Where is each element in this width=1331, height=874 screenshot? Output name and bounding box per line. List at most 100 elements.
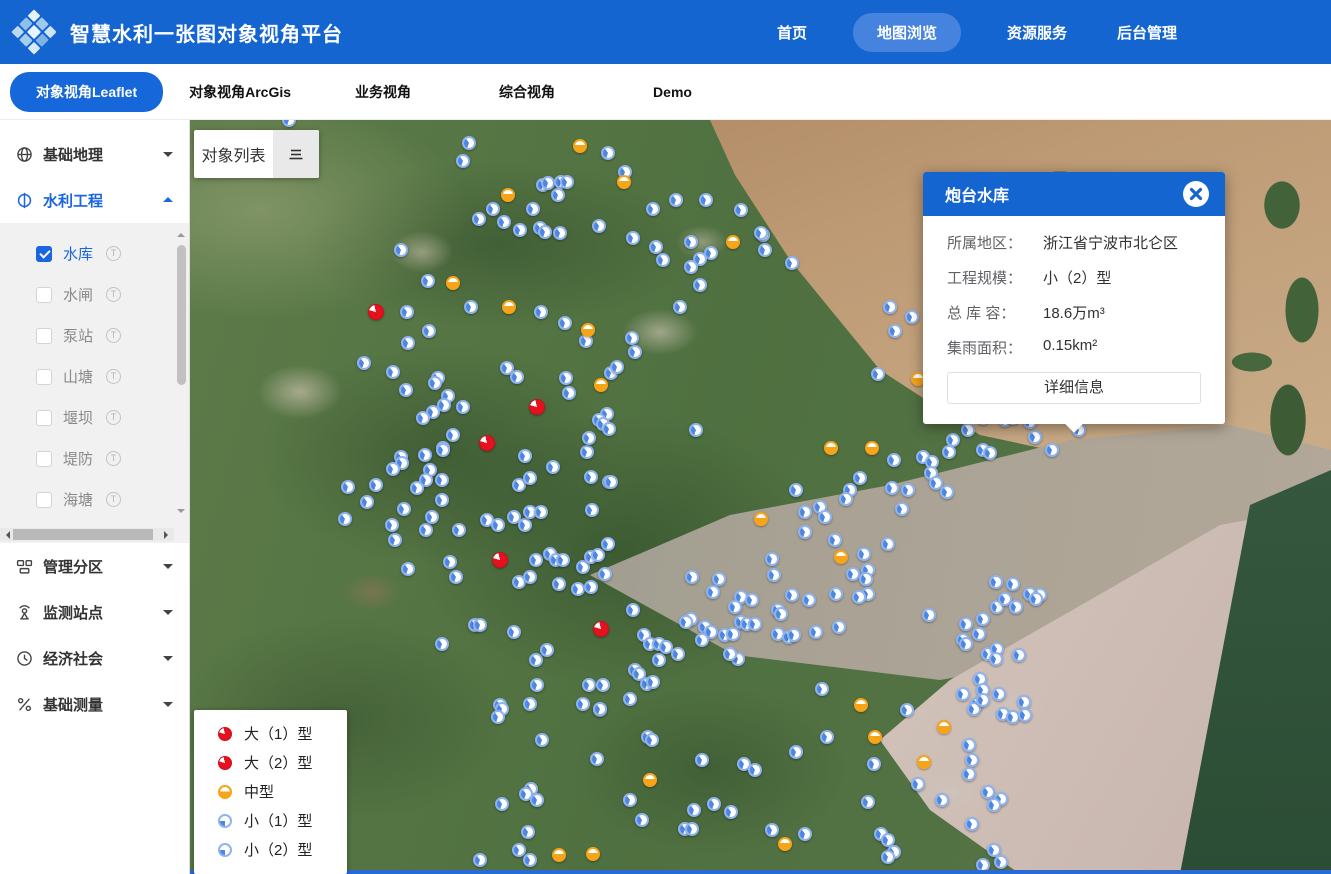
reservoir-marker-small[interactable] xyxy=(785,256,799,270)
object-list-toggle-button[interactable] xyxy=(273,130,319,178)
checkbox-unchecked[interactable] xyxy=(36,287,52,303)
reservoir-marker-small[interactable] xyxy=(593,702,607,716)
reservoir-marker-small[interactable] xyxy=(421,274,435,288)
tab-业务视角[interactable]: 业务视角 xyxy=(355,82,411,102)
reservoir-marker-small[interactable] xyxy=(887,453,901,467)
reservoir-marker-medium[interactable] xyxy=(581,323,595,337)
reservoir-marker-small[interactable] xyxy=(559,371,573,385)
reservoir-marker-small[interactable] xyxy=(707,797,721,811)
reservoir-marker-small[interactable] xyxy=(416,411,430,425)
reservoir-marker-small[interactable] xyxy=(422,324,436,338)
reservoir-marker-medium[interactable] xyxy=(594,378,608,392)
reservoir-marker-small[interactable] xyxy=(523,697,537,711)
layer-label[interactable]: 水库 xyxy=(63,243,93,264)
reservoir-marker-small[interactable] xyxy=(871,367,885,381)
reservoir-marker-small[interactable] xyxy=(839,492,853,506)
reservoir-marker-small[interactable] xyxy=(529,653,543,667)
reservoir-marker-small[interactable] xyxy=(726,627,740,641)
sidebar-section-基础测量[interactable]: 基础测量 xyxy=(0,681,189,727)
reservoir-marker-small[interactable] xyxy=(989,575,1003,589)
reservoir-marker-small[interactable] xyxy=(360,495,374,509)
reservoir-marker-small[interactable] xyxy=(601,146,615,160)
reservoir-marker-small[interactable] xyxy=(989,652,1003,666)
reservoir-marker-small[interactable] xyxy=(723,647,737,661)
nav-item-资源服务[interactable]: 资源服务 xyxy=(1003,13,1071,52)
reservoir-marker-medium[interactable] xyxy=(824,441,838,455)
reservoir-marker-small[interactable] xyxy=(883,300,897,314)
reservoir-marker-medium[interactable] xyxy=(937,720,951,734)
reservoir-marker-small[interactable] xyxy=(685,570,699,584)
reservoir-marker-small[interactable] xyxy=(529,553,543,567)
reservoir-marker-small[interactable] xyxy=(959,617,973,631)
reservoir-marker-small[interactable] xyxy=(491,710,505,724)
reservoir-marker-small[interactable] xyxy=(861,795,875,809)
checkbox-unchecked[interactable] xyxy=(36,451,52,467)
reservoir-marker-small[interactable] xyxy=(446,428,460,442)
reservoir-marker-medium[interactable] xyxy=(643,773,657,787)
reservoir-marker-small[interactable] xyxy=(673,300,687,314)
reservoir-marker-medium[interactable] xyxy=(865,441,879,455)
reservoir-marker-small[interactable] xyxy=(922,608,936,622)
reservoir-marker-medium[interactable] xyxy=(502,300,516,314)
reservoir-marker-small[interactable] xyxy=(584,470,598,484)
tab-对象视角Leaflet[interactable]: 对象视角Leaflet xyxy=(10,72,163,112)
reservoir-marker-small[interactable] xyxy=(535,733,549,747)
circled-t-icon[interactable]: T xyxy=(106,451,121,466)
reservoir-marker-small[interactable] xyxy=(626,231,640,245)
reservoir-marker-small[interactable] xyxy=(596,678,610,692)
sidebar-section-基础地理[interactable]: 基础地理 xyxy=(0,131,189,177)
reservoir-marker-small[interactable] xyxy=(911,777,925,791)
reservoir-marker-small[interactable] xyxy=(486,202,500,216)
reservoir-marker-small[interactable] xyxy=(885,481,899,495)
reservoir-marker-small[interactable] xyxy=(521,825,535,839)
reservoir-marker-small[interactable] xyxy=(846,567,860,581)
reservoir-marker-small[interactable] xyxy=(695,633,709,647)
reservoir-marker-large[interactable] xyxy=(529,399,545,415)
reservoir-marker-small[interactable] xyxy=(552,577,566,591)
reservoir-marker-small[interactable] xyxy=(962,767,976,781)
reservoir-marker-small[interactable] xyxy=(745,593,759,607)
reservoir-marker-medium[interactable] xyxy=(854,698,868,712)
sidebar-section-监测站点[interactable]: 监测站点 xyxy=(0,589,189,635)
checkbox-unchecked[interactable] xyxy=(36,328,52,344)
reservoir-marker-small[interactable] xyxy=(754,226,768,240)
reservoir-marker-small[interactable] xyxy=(961,423,975,437)
reservoir-marker-small[interactable] xyxy=(689,423,703,437)
reservoir-marker-small[interactable] xyxy=(601,537,615,551)
reservoir-marker-small[interactable] xyxy=(881,850,895,864)
reservoir-marker-small[interactable] xyxy=(765,823,779,837)
reservoir-marker-small[interactable] xyxy=(472,212,486,226)
reservoir-marker-small[interactable] xyxy=(981,785,995,799)
reservoir-marker-small[interactable] xyxy=(992,687,1006,701)
reservoir-marker-small[interactable] xyxy=(518,518,532,532)
reservoir-marker-large[interactable] xyxy=(492,552,508,568)
reservoir-marker-medium[interactable] xyxy=(446,276,460,290)
reservoir-marker-small[interactable] xyxy=(669,193,683,207)
reservoir-marker-small[interactable] xyxy=(473,853,487,867)
reservoir-marker-small[interactable] xyxy=(435,637,449,651)
reservoir-marker-small[interactable] xyxy=(901,483,915,497)
reservoir-marker-small[interactable] xyxy=(553,226,567,240)
reservoir-marker-small[interactable] xyxy=(965,817,979,831)
sidebar-section-管理分区[interactable]: 管理分区 xyxy=(0,543,189,589)
reservoir-marker-medium[interactable] xyxy=(726,235,740,249)
reservoir-marker-small[interactable] xyxy=(962,738,976,752)
reservoir-marker-small[interactable] xyxy=(956,687,970,701)
reservoir-marker-small[interactable] xyxy=(462,136,476,150)
reservoir-marker-small[interactable] xyxy=(357,356,371,370)
reservoir-marker-small[interactable] xyxy=(1006,577,1020,591)
reservoir-marker-small[interactable] xyxy=(983,446,997,460)
reservoir-marker-small[interactable] xyxy=(802,593,816,607)
layer-label[interactable]: 堤防 xyxy=(63,448,93,469)
reservoir-marker-small[interactable] xyxy=(604,475,618,489)
reservoir-marker-small[interactable] xyxy=(652,653,666,667)
reservoir-marker-small[interactable] xyxy=(1029,592,1043,606)
reservoir-marker-small[interactable] xyxy=(449,570,463,584)
reservoir-marker-small[interactable] xyxy=(815,682,829,696)
reservoir-marker-small[interactable] xyxy=(888,324,902,338)
reservoir-marker-small[interactable] xyxy=(646,675,660,689)
reservoir-marker-medium[interactable] xyxy=(552,848,566,862)
reservoir-marker-small[interactable] xyxy=(706,585,720,599)
reservoir-marker-small[interactable] xyxy=(867,757,881,771)
reservoir-marker-small[interactable] xyxy=(526,202,540,216)
